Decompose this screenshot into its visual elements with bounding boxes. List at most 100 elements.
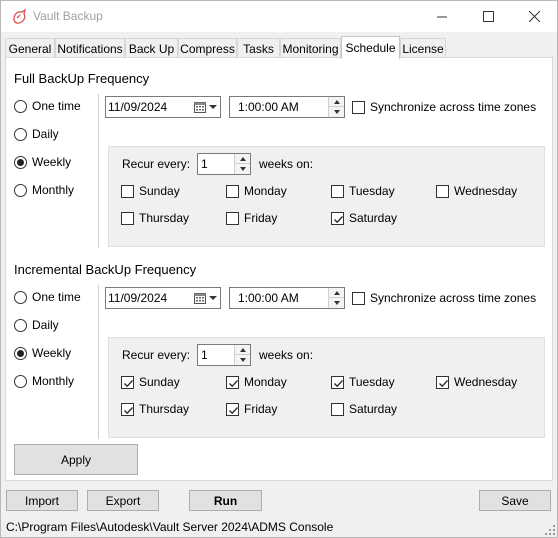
spin-down-button[interactable] [329,107,344,117]
close-button[interactable] [511,1,557,32]
day-label: Wednesday [454,184,518,198]
tab-tasks[interactable]: Tasks [237,38,280,58]
radio-label: Daily [32,318,59,332]
resize-grip-icon[interactable] [545,525,555,535]
save-button[interactable]: Save [479,490,551,511]
spin-down-button[interactable] [235,355,250,365]
full-recur-every-label: Recur every: [122,157,191,171]
tab-notifications[interactable]: Notifications [55,38,125,58]
spin-down-button[interactable] [329,298,344,308]
radio-label: Daily [32,127,59,141]
full-date-value: 11/09/2024 [108,100,168,114]
full-radio-daily[interactable]: Daily [14,127,59,141]
inc-radio-daily[interactable]: Daily [14,318,59,332]
inc-day-thursday[interactable]: Thursday [121,402,189,416]
inc-date-picker[interactable]: 11/09/2024 [105,287,221,309]
arrow-up-icon [239,347,246,352]
arrow-up-icon [333,290,340,295]
inc-recur-every-input[interactable]: 1 [197,344,251,366]
inc-day-friday[interactable]: Friday [226,402,277,416]
checkmark-icon [334,215,343,223]
inc-day-wednesday[interactable]: Wednesday [436,375,517,389]
radio-button[interactable] [14,290,27,304]
tab-compress[interactable]: Compress [178,38,237,58]
radio-button[interactable] [14,127,27,141]
full-day-wednesday[interactable]: Wednesday [436,184,517,198]
calendar-icon[interactable] [194,101,206,113]
tab-license[interactable]: License [400,38,446,58]
full-date-picker[interactable]: 11/09/2024 [105,96,221,118]
checkbox-box-checked[interactable] [121,402,134,416]
inc-radio-monthly[interactable]: Monthly [14,374,74,388]
day-label: Tuesday [349,184,395,198]
calendar-icon[interactable] [194,292,206,304]
checkbox-box[interactable] [121,184,134,198]
radio-button[interactable] [14,374,27,388]
tab-back-up[interactable]: Back Up [125,38,178,58]
checkbox-box[interactable] [121,211,134,225]
radio-button[interactable] [14,183,27,197]
full-radio-monthly[interactable]: Monthly [14,183,74,197]
spin-up-button[interactable] [329,97,344,107]
radio-button-selected[interactable] [14,346,27,360]
tab-schedule[interactable]: Schedule [341,36,400,59]
full-day-monday[interactable]: Monday [226,184,287,198]
maximize-button[interactable] [465,1,511,32]
inc-day-monday[interactable]: Monday [226,375,287,389]
maximize-icon [482,11,494,22]
full-recur-every-input[interactable]: 1 [197,153,251,175]
checkbox-box[interactable] [226,211,239,225]
checkbox-box[interactable] [331,402,344,416]
chevron-down-icon[interactable] [209,296,217,300]
full-day-thursday[interactable]: Thursday [121,211,189,225]
full-radio-weekly[interactable]: Weekly [14,155,71,169]
spin-up-button[interactable] [329,288,344,298]
inc-day-saturday[interactable]: Saturday [331,402,397,416]
full-day-saturday[interactable]: Saturday [331,211,397,225]
inc-radio-weekly[interactable]: Weekly [14,346,71,360]
inc-weeks-on-label: weeks on: [259,348,314,362]
full-day-tuesday[interactable]: Tuesday [331,184,395,198]
run-button[interactable]: Run [189,490,262,511]
inc-sync-label: Synchronize across time zones [370,291,537,305]
checkbox-box[interactable] [436,184,449,198]
full-radio-one-time[interactable]: One time [14,99,81,113]
checkbox-box-checked[interactable] [226,375,239,389]
tab-monitoring[interactable]: Monitoring [280,38,341,58]
full-day-sunday[interactable]: Sunday [121,184,180,198]
inc-day-tuesday[interactable]: Tuesday [331,375,395,389]
inc-sync-checkbox[interactable]: Synchronize across time zones [352,291,536,305]
radio-label: Monthly [32,183,75,197]
radio-button[interactable] [14,318,27,332]
day-label: Friday [244,211,278,225]
inc-day-sunday[interactable]: Sunday [121,375,180,389]
export-button[interactable]: Export [87,490,159,511]
checkbox-box[interactable] [352,100,365,114]
full-time-picker[interactable]: 1:00:00 AM [229,96,345,118]
tab-general[interactable]: General [5,38,55,58]
inc-recur-value: 1 [201,348,208,362]
full-day-friday[interactable]: Friday [226,211,277,225]
chevron-down-icon[interactable] [209,105,217,109]
inc-radio-one-time[interactable]: One time [14,290,81,304]
checkbox-box-checked[interactable] [331,375,344,389]
spin-up-button[interactable] [235,345,250,355]
apply-button[interactable]: Apply [14,444,138,475]
day-label: Saturday [349,402,398,416]
import-button[interactable]: Import [6,490,78,511]
spin-down-button[interactable] [235,164,250,174]
checkbox-box-checked[interactable] [436,375,449,389]
checkbox-box[interactable] [352,291,365,305]
full-sync-checkbox[interactable]: Synchronize across time zones [352,100,536,114]
minimize-button[interactable] [419,1,465,32]
radio-button[interactable] [14,99,27,113]
checkbox-box-checked[interactable] [121,375,134,389]
checkbox-box-checked[interactable] [226,402,239,416]
spin-up-button[interactable] [235,154,250,164]
checkbox-box[interactable] [331,184,344,198]
day-label: Sunday [139,375,180,389]
inc-time-picker[interactable]: 1:00:00 AM [229,287,345,309]
checkbox-box-checked[interactable] [331,211,344,225]
checkbox-box[interactable] [226,184,239,198]
radio-button-selected[interactable] [14,155,27,169]
